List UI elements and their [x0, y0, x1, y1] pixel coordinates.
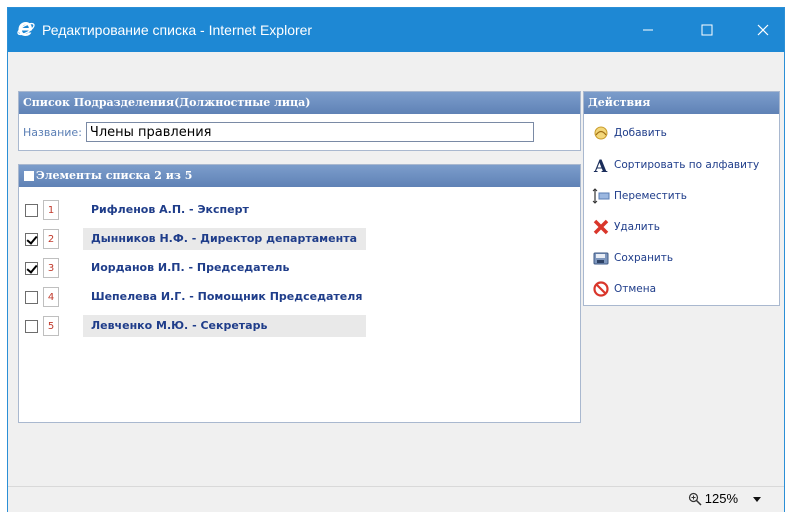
add-icon [590, 122, 612, 144]
item-number: 4 [43, 287, 59, 307]
delete-icon [590, 216, 612, 238]
item-label[interactable]: Шепелева И.Г. - Помощник Председателя [83, 286, 362, 308]
item-checkbox[interactable] [25, 319, 38, 333]
list-item: 4 [25, 286, 59, 308]
sort-alpha-icon: A [590, 154, 612, 176]
title-bar: Редактирование списка - Internet Explore… [8, 8, 784, 52]
save-button[interactable]: Сохранить [590, 247, 673, 269]
actions-header: Действия [584, 92, 779, 114]
cancel-label: Отмена [614, 283, 657, 295]
add-label: Добавить [614, 127, 667, 139]
list-item: 5 [25, 315, 59, 337]
elements-header-label: Элементы списка 2 из 5 [36, 169, 193, 182]
cancel-button[interactable]: Отмена [590, 278, 656, 300]
item-checkbox[interactable] [25, 261, 38, 275]
delete-button[interactable]: Удалить [590, 216, 660, 238]
list-item: 3 [25, 257, 59, 279]
elements-header: Элементы списка 2 из 5 [19, 165, 580, 187]
name-row: Название: [23, 122, 534, 142]
zoom-icon [688, 492, 702, 506]
name-input[interactable] [85, 122, 534, 142]
item-number: 2 [43, 229, 59, 249]
save-label: Сохранить [614, 252, 674, 264]
move-label: Переместить [614, 190, 687, 202]
maximize-icon [701, 24, 713, 36]
move-icon [590, 185, 612, 207]
window-title: Редактирование списка - Internet Explore… [42, 22, 313, 38]
select-all-checkbox[interactable] [24, 171, 34, 181]
cancel-icon [590, 278, 612, 300]
sort-alpha-label: Сортировать по алфавиту [614, 159, 760, 171]
maximize-button[interactable] [684, 8, 730, 52]
item-checkbox[interactable] [25, 290, 38, 304]
item-label[interactable]: Дынников Н.Ф. - Директор департамента [83, 228, 366, 250]
list-info-panel: Список Подразделения(Должностные лица) Н… [18, 91, 581, 151]
actions-panel: Действия Добавить A Сортировать по алфав… [583, 91, 780, 306]
item-number: 1 [43, 200, 59, 220]
svg-text:A: A [593, 157, 608, 174]
list-item: 1 [25, 199, 59, 221]
chevron-down-icon [753, 496, 761, 502]
minimize-icon [643, 29, 653, 31]
name-label: Название: [23, 125, 82, 139]
item-label[interactable]: Левченко М.Ю. - Секретарь [83, 315, 366, 337]
list-item: 2 [25, 228, 59, 250]
add-button[interactable]: Добавить [590, 122, 667, 144]
move-button[interactable]: Переместить [590, 185, 687, 207]
list-info-header: Список Подразделения(Должностные лица) [19, 92, 580, 114]
close-button[interactable] [740, 8, 786, 52]
zoom-level: 125% [704, 491, 738, 506]
item-checkbox[interactable] [25, 203, 38, 217]
zoom-control[interactable]: 125% [688, 491, 762, 506]
item-label[interactable]: Иорданов И.П. - Председатель [83, 257, 289, 279]
sort-alpha-button[interactable]: A Сортировать по алфавиту [590, 154, 759, 176]
save-icon [590, 247, 612, 269]
item-checkbox[interactable] [25, 232, 38, 246]
delete-label: Удалить [614, 221, 660, 233]
browser-window: Редактирование списка - Internet Explore… [7, 7, 785, 512]
elements-panel: Элементы списка 2 из 5 1 Рифленов А.П. -… [18, 164, 581, 423]
status-bar: 125% [8, 486, 784, 512]
close-icon [757, 24, 769, 36]
internet-explorer-icon [17, 22, 35, 36]
item-label[interactable]: Рифленов А.П. - Эксперт [83, 199, 249, 221]
item-number: 3 [43, 258, 59, 278]
item-number: 5 [43, 316, 59, 336]
page-content: Список Подразделения(Должностные лица) Н… [8, 52, 784, 486]
minimize-button[interactable] [625, 8, 671, 52]
